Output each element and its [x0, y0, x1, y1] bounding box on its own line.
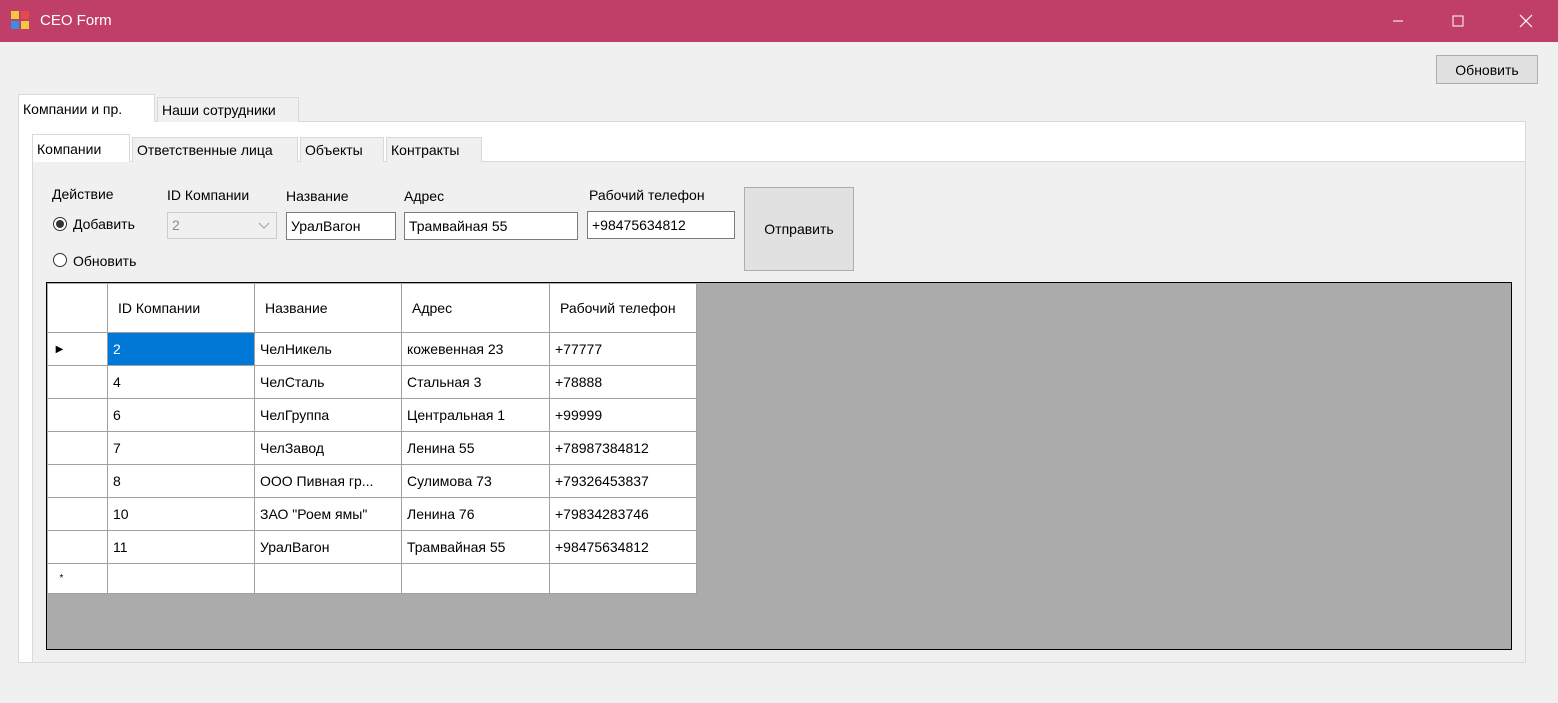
- grid-cell[interactable]: кожевенная 23: [402, 333, 550, 366]
- grid-cell[interactable]: УралВагон: [255, 531, 402, 564]
- grid-cell[interactable]: Стальная 3: [402, 366, 550, 399]
- grid-column-header[interactable]: ID Компании: [108, 284, 255, 333]
- submit-button[interactable]: Отправить: [744, 187, 854, 271]
- tab-companies[interactable]: Компании: [32, 134, 130, 162]
- grid-cell[interactable]: 8: [108, 465, 255, 498]
- grid-cell[interactable]: Сулимова 73: [402, 465, 550, 498]
- address-input[interactable]: Трамвайная 55: [404, 212, 578, 240]
- grid-column-header[interactable]: Рабочий телефон: [550, 284, 697, 333]
- grid-row-header[interactable]: [48, 465, 108, 498]
- maximize-button[interactable]: [1435, 0, 1481, 42]
- address-label: Адрес: [404, 188, 445, 204]
- grid-cell[interactable]: ООО Пивная гр...: [255, 465, 402, 498]
- radio-update-label[interactable]: Обновить: [73, 253, 136, 269]
- grid-new-row-cell[interactable]: [550, 564, 697, 594]
- refresh-button[interactable]: Обновить: [1436, 55, 1538, 84]
- grid-cell[interactable]: 4: [108, 366, 255, 399]
- radio-add-label[interactable]: Добавить: [73, 216, 135, 232]
- tab-contracts[interactable]: Контракты: [386, 137, 482, 162]
- companies-grid[interactable]: ID Компании Название Адрес Рабочий телеф…: [46, 282, 1512, 650]
- window-title: CEO Form: [40, 12, 112, 29]
- grid-cell[interactable]: 2: [108, 333, 255, 366]
- company-name-input[interactable]: УралВагон: [286, 212, 396, 240]
- work-phone-label: Рабочий телефон: [589, 187, 705, 203]
- radio-update[interactable]: [53, 253, 67, 267]
- grid-new-row-cell[interactable]: [108, 564, 255, 594]
- action-label: Действие: [52, 186, 114, 202]
- current-row-marker: ▶: [55, 343, 64, 355]
- grid-row-header[interactable]: [48, 531, 108, 564]
- tab-our-staff[interactable]: Наши сотрудники: [157, 97, 299, 122]
- close-icon: [1519, 14, 1533, 28]
- grid-cell[interactable]: +79326453837: [550, 465, 697, 498]
- radio-add[interactable]: [53, 217, 67, 231]
- grid-row-header[interactable]: [48, 399, 108, 432]
- grid-cell[interactable]: Центральная 1: [402, 399, 550, 432]
- tab-companies-etc[interactable]: Компании и пр.: [18, 94, 155, 122]
- grid-cell[interactable]: +99999: [550, 399, 697, 432]
- grid-cell[interactable]: +79834283746: [550, 498, 697, 531]
- minimize-icon: [1393, 20, 1403, 22]
- minimize-button[interactable]: [1375, 0, 1421, 42]
- chevron-down-icon: [258, 222, 270, 229]
- grid-column-header[interactable]: Адрес: [402, 284, 550, 333]
- grid-cell[interactable]: 10: [108, 498, 255, 531]
- company-id-select[interactable]: 2: [167, 212, 277, 239]
- work-phone-input[interactable]: +98475634812: [587, 211, 735, 239]
- grid-cell[interactable]: +98475634812: [550, 531, 697, 564]
- grid-cell[interactable]: Ленина 55: [402, 432, 550, 465]
- grid-cell[interactable]: ЧелНикель: [255, 333, 402, 366]
- grid-cell[interactable]: 6: [108, 399, 255, 432]
- grid-cell[interactable]: Ленина 76: [402, 498, 550, 531]
- company-name-label: Название: [286, 188, 349, 204]
- grid-cell[interactable]: ЧелЗавод: [255, 432, 402, 465]
- grid-new-row-cell[interactable]: [255, 564, 402, 594]
- grid-column-header[interactable]: Название: [255, 284, 402, 333]
- grid-cell[interactable]: 11: [108, 531, 255, 564]
- new-row-marker: *: [59, 573, 64, 584]
- grid-cell[interactable]: ЧелСталь: [255, 366, 402, 399]
- grid-cell[interactable]: ЧелГруппа: [255, 399, 402, 432]
- grid-row-header[interactable]: [48, 432, 108, 465]
- title-bar[interactable]: [0, 0, 1558, 42]
- maximize-icon: [1452, 15, 1464, 27]
- tab-objects[interactable]: Объекты: [300, 137, 384, 162]
- grid-row-header[interactable]: [48, 366, 108, 399]
- grid-row-header[interactable]: [48, 498, 108, 531]
- tab-responsible-persons[interactable]: Ответственные лица: [132, 137, 298, 162]
- grid-cell[interactable]: 7: [108, 432, 255, 465]
- grid-new-row-header[interactable]: *: [48, 564, 108, 594]
- grid-cell[interactable]: +78888: [550, 366, 697, 399]
- grid-cell[interactable]: +77777: [550, 333, 697, 366]
- grid-row-header[interactable]: ▶: [48, 333, 108, 366]
- grid-cell[interactable]: ЗАО "Роем ямы": [255, 498, 402, 531]
- company-id-select-value: 2: [172, 217, 180, 233]
- company-id-label: ID Компании: [167, 187, 250, 203]
- grid-new-row-cell[interactable]: [402, 564, 550, 594]
- close-button[interactable]: [1503, 0, 1549, 42]
- grid-cell[interactable]: +78987384812: [550, 432, 697, 465]
- grid-corner-header[interactable]: [48, 284, 108, 333]
- app-icon: [11, 11, 29, 29]
- grid-cell[interactable]: Трамвайная 55: [402, 531, 550, 564]
